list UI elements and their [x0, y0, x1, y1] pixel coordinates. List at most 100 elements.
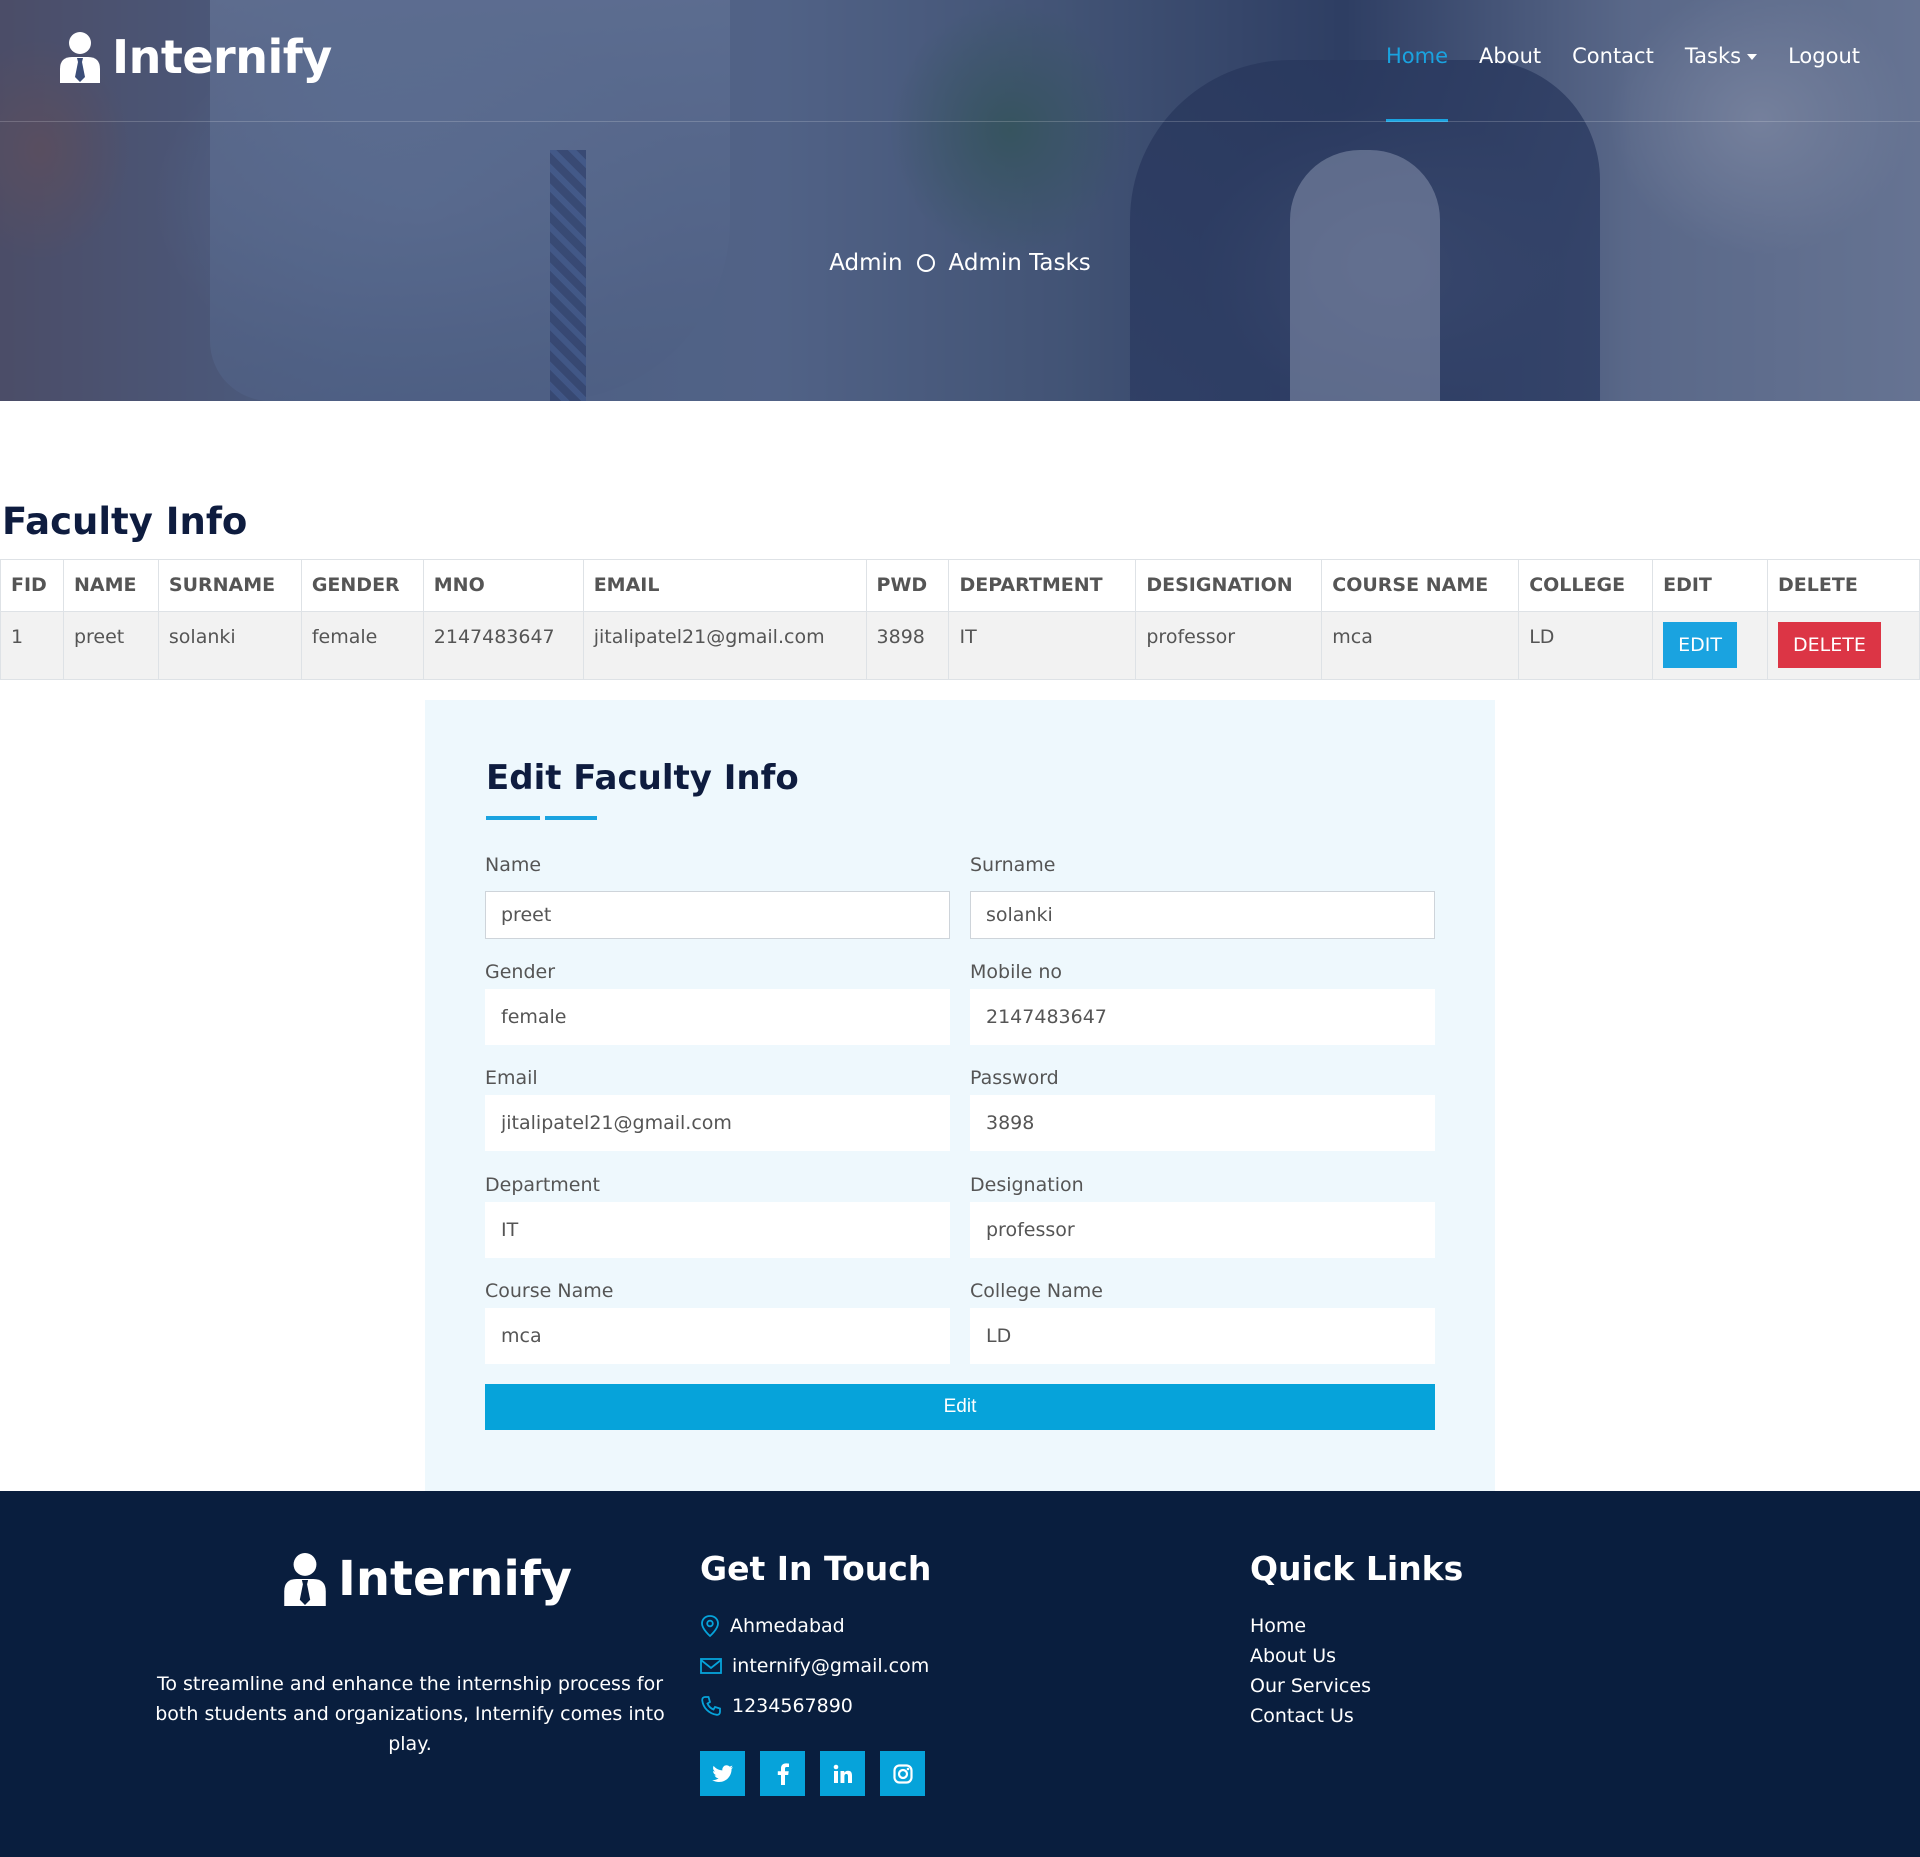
mobile-input[interactable]	[970, 989, 1435, 1045]
cell-fid: 1	[0, 611, 64, 680]
edit-faculty-form: Edit Faculty Info Name Surname Gender Mo…	[425, 700, 1495, 1491]
footer: Internify To streamline and enhance the …	[0, 1491, 1920, 1857]
title-underline-left	[486, 816, 540, 820]
email-label: Email	[485, 1067, 538, 1089]
footer-phone[interactable]: 1234567890	[700, 1695, 853, 1717]
footer-email-text: internify@gmail.com	[732, 1655, 930, 1677]
hero-banner: Internify Home About Contact Tasks Logou…	[0, 0, 1920, 401]
department-input[interactable]	[485, 1202, 950, 1258]
footer-brand-logo[interactable]: Internify	[282, 1551, 572, 1607]
course-name-label: Course Name	[485, 1280, 614, 1302]
cell-surname: solanki	[157, 611, 302, 680]
cell-delete: DELETE	[1767, 611, 1920, 680]
breadcrumb-admin-tasks: Admin Tasks	[948, 250, 1091, 276]
quick-links-title: Quick Links	[1250, 1549, 1464, 1588]
col-header-department: DEPARTMENT	[948, 559, 1137, 612]
linkedin-button[interactable]	[820, 1751, 865, 1796]
form-title: Edit Faculty Info	[486, 758, 799, 798]
cell-gender: female	[300, 611, 424, 680]
twitter-button[interactable]	[700, 1751, 745, 1796]
user-tie-icon	[60, 32, 100, 83]
instagram-button[interactable]	[880, 1751, 925, 1796]
breadcrumb-admin[interactable]: Admin	[829, 250, 902, 276]
password-input[interactable]	[970, 1095, 1435, 1151]
circle-separator-icon	[916, 254, 935, 272]
cell-pwd: 3898	[865, 611, 950, 680]
main-nav: Home About Contact Tasks Logout	[1386, 44, 1860, 122]
hero-content: Internify Home About Contact Tasks Logou…	[0, 0, 1920, 401]
col-header-edit: EDIT	[1652, 559, 1769, 612]
envelope-icon	[700, 1658, 722, 1674]
title-underline-right	[545, 816, 597, 820]
designation-input[interactable]	[970, 1202, 1435, 1258]
quick-link-our-services[interactable]: Our Services	[1250, 1675, 1371, 1697]
cell-college: LD	[1518, 611, 1654, 680]
department-label: Department	[485, 1174, 600, 1196]
user-tie-icon	[284, 1553, 326, 1606]
brand-logo[interactable]: Internify	[58, 30, 332, 84]
linkedin-icon	[833, 1764, 852, 1783]
col-header-delete: DELETE	[1767, 559, 1920, 612]
cell-designation: professor	[1135, 611, 1323, 680]
row-delete-button[interactable]: DELETE	[1778, 622, 1881, 668]
nav-contact[interactable]: Contact	[1572, 44, 1654, 122]
faculty-table: FID NAME SURNAME GENDER MNO EMAIL PWD DE…	[0, 559, 1920, 680]
facebook-button[interactable]	[760, 1751, 805, 1796]
footer-location: Ahmedabad	[700, 1615, 845, 1637]
breadcrumb: Admin Admin Tasks	[0, 250, 1920, 276]
gender-input[interactable]	[485, 989, 950, 1045]
nav-home[interactable]: Home	[1386, 44, 1449, 122]
col-header-fid: FID	[0, 559, 64, 612]
row-edit-button[interactable]: EDIT	[1663, 622, 1737, 668]
col-header-name: NAME	[62, 559, 159, 612]
instagram-icon	[892, 1763, 913, 1784]
nav-about[interactable]: About	[1479, 44, 1541, 122]
col-header-pwd: PWD	[865, 559, 950, 612]
col-header-designation: DESIGNATION	[1135, 559, 1323, 612]
name-label: Name	[485, 854, 542, 876]
college-name-label: College Name	[970, 1280, 1103, 1302]
cell-course: mca	[1321, 611, 1520, 680]
mobile-label: Mobile no	[970, 961, 1063, 983]
surname-input[interactable]	[970, 891, 1435, 939]
get-in-touch-title: Get In Touch	[700, 1549, 932, 1588]
course-name-input[interactable]	[485, 1308, 950, 1364]
designation-label: Designation	[970, 1174, 1084, 1196]
caret-down-icon	[1747, 54, 1758, 60]
col-header-email: EMAIL	[582, 559, 867, 612]
table-row: 1 preet solanki female 2147483647 jitali…	[0, 611, 1920, 680]
faculty-info-title: Faculty Info	[2, 500, 248, 543]
table-header-row: FID NAME SURNAME GENDER MNO EMAIL PWD DE…	[0, 559, 1920, 612]
edit-submit-button[interactable]: Edit	[485, 1384, 1435, 1430]
quick-link-about-us[interactable]: About Us	[1250, 1645, 1336, 1667]
map-pin-icon	[701, 1615, 719, 1637]
name-input[interactable]	[485, 891, 950, 939]
cell-mno: 2147483647	[422, 611, 584, 680]
col-header-surname: SURNAME	[157, 559, 302, 612]
footer-about-text: To streamline and enhance the internship…	[155, 1673, 665, 1755]
college-name-input[interactable]	[970, 1308, 1435, 1364]
nav-divider	[0, 121, 1920, 122]
email-input[interactable]	[485, 1095, 950, 1151]
quick-link-home[interactable]: Home	[1250, 1615, 1306, 1637]
cell-email: jitalipatel21@gmail.com	[582, 611, 867, 680]
nav-tasks-dropdown[interactable]: Tasks	[1684, 44, 1758, 122]
col-header-gender: GENDER	[300, 559, 424, 612]
social-links	[700, 1751, 925, 1796]
footer-phone-text: 1234567890	[732, 1695, 853, 1717]
twitter-icon	[711, 1764, 733, 1782]
surname-label: Surname	[970, 854, 1056, 876]
cell-name: preet	[62, 611, 159, 680]
quick-link-contact-us[interactable]: Contact Us	[1250, 1705, 1354, 1727]
footer-email[interactable]: internify@gmail.com	[700, 1655, 929, 1677]
col-header-college: COLLEGE	[1518, 559, 1654, 612]
gender-label: Gender	[485, 961, 556, 983]
cell-department: IT	[948, 611, 1137, 680]
nav-logout[interactable]: Logout	[1788, 44, 1860, 122]
col-header-mno: MNO	[422, 559, 584, 612]
phone-icon	[701, 1696, 721, 1716]
nav-tasks-label: Tasks	[1684, 44, 1742, 68]
facebook-icon	[777, 1762, 789, 1785]
brand-name: Internify	[112, 30, 332, 84]
footer-location-text: Ahmedabad	[730, 1615, 845, 1637]
